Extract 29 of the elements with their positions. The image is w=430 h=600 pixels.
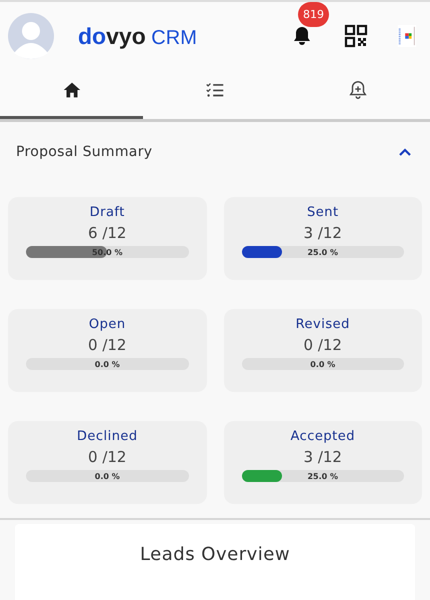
qr-code-icon[interactable] — [344, 24, 368, 48]
card-title: Accepted — [290, 429, 356, 444]
status-card[interactable]: Open 0 /12 0.0 % — [8, 309, 206, 392]
count-text: 0 /12 — [304, 336, 342, 354]
logo: dovyo CRM — [78, 22, 197, 50]
percent-label: 0.0 % — [94, 472, 120, 480]
percent-label: 25.0 % — [307, 472, 338, 480]
notification-badge: 819 — [298, 2, 329, 27]
bell-plus-icon — [347, 79, 370, 101]
percent-label: 0.0 % — [310, 360, 336, 368]
percent-label: 0.0 % — [94, 360, 120, 368]
percent-label: 25.0 % — [307, 248, 338, 256]
count-text: 3 /12 — [304, 224, 342, 242]
card-title: Sent — [306, 205, 339, 220]
count-text: 0 /12 — [88, 336, 126, 354]
card-title: Open — [88, 317, 126, 332]
status-card[interactable]: Accepted 3 /12 25.0 % — [224, 421, 422, 504]
chevron-icon[interactable] — [398, 147, 412, 157]
status-card[interactable]: Declined 0 /12 0.0 % — [8, 421, 206, 504]
count-text: 6 /12 — [88, 224, 126, 242]
card-title: Revised — [296, 317, 350, 332]
count-text: 0 /12 — [88, 448, 126, 466]
section-title: Proposal Summary — [16, 144, 152, 160]
card-title: Draft — [90, 205, 125, 220]
status-card[interactable]: Revised 0 /12 0.0 % — [224, 309, 422, 392]
card-title: Leads Overview — [138, 544, 292, 565]
card-title: Declined — [76, 429, 138, 444]
status-card[interactable]: Sent 3 /12 25.0 % — [224, 197, 422, 280]
count-text: 3 /12 — [304, 448, 342, 466]
